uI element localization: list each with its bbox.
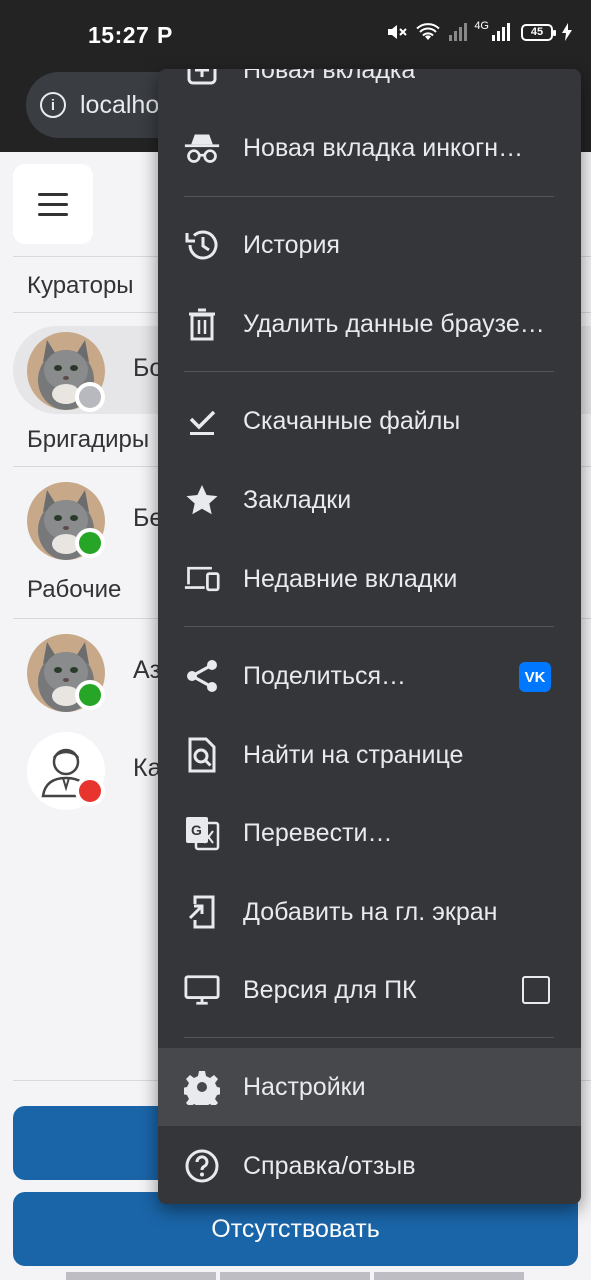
menu-item-share[interactable]: Поделиться… vk [158, 637, 581, 715]
menu-separator [184, 626, 554, 627]
menu-item-clear-data[interactable]: Удалить данные браузе… [158, 285, 581, 363]
bottom-tab[interactable] [220, 1272, 370, 1280]
find-in-page-icon [184, 737, 220, 773]
downloads-icon [184, 403, 220, 439]
menu-item-downloads[interactable]: Скачанные файлы [158, 382, 581, 460]
network-type: 4G [474, 20, 489, 32]
status-bar: 15:27 P 4G 45 [0, 0, 591, 70]
menu-item-settings[interactable]: Настройки [158, 1048, 581, 1126]
desktop-icon [184, 972, 220, 1008]
signal-1-icon [449, 23, 468, 41]
battery-level: 45 [530, 26, 544, 38]
trash-icon [184, 306, 220, 342]
menu-separator [184, 371, 554, 372]
info-icon[interactable]: i [40, 92, 66, 118]
wifi-icon [416, 23, 440, 40]
menu-item-label: Найти на странице [243, 740, 464, 769]
signal-2-icon [492, 23, 510, 41]
menu-item-help[interactable]: Справка/отзыв [158, 1127, 581, 1204]
battery-icon: 45 [521, 23, 556, 41]
svg-text:G: G [191, 822, 202, 838]
menu-item-incognito[interactable]: Новая вкладка инкогн… [158, 109, 581, 187]
bottom-tab[interactable] [374, 1272, 524, 1280]
add-to-home-icon [184, 894, 220, 930]
hamburger-line [38, 202, 68, 206]
menu-item-label: Закладки [243, 485, 352, 514]
menu-item-label: Справка/отзыв [243, 1151, 416, 1180]
desktop-version-checkbox[interactable] [522, 976, 550, 1004]
star-icon [184, 482, 220, 518]
menu-item-translate[interactable]: G Перевести… [158, 794, 581, 872]
menu-item-label: Скачанные файлы [243, 406, 461, 435]
menu-separator [184, 196, 554, 197]
devices-icon [184, 561, 220, 597]
menu-item-history[interactable]: История [158, 206, 581, 284]
history-icon [184, 227, 220, 263]
menu-item-label: Удалить данные браузе… [243, 309, 545, 338]
menu-item-label: История [243, 230, 340, 259]
menu-item-find-in-page[interactable]: Найти на странице [158, 716, 581, 794]
hamburger-line [38, 212, 68, 216]
incognito-icon [184, 130, 220, 166]
share-icon [184, 658, 220, 694]
status-online-dot [75, 528, 105, 558]
status-offline-dot [75, 382, 105, 412]
user-name: Аз [133, 656, 162, 684]
menu-separator [184, 1037, 554, 1038]
vk-share-icon[interactable]: vk [519, 662, 551, 692]
mute-icon [388, 25, 408, 39]
status-time: 15:27 [88, 22, 150, 48]
status-online-dot [75, 680, 105, 710]
menu-item-new-tab[interactable]: Новая вкладка [158, 69, 581, 109]
menu-item-bookmarks[interactable]: Закладки [158, 461, 581, 539]
settings-icon [184, 1069, 220, 1105]
menu-item-label: Новая вкладка инкогн… [243, 133, 524, 162]
menu-item-label: Перевести… [243, 818, 393, 847]
hamburger-line [38, 192, 68, 196]
menu-item-label: Недавние вкладки [243, 564, 458, 593]
section-curators: Кураторы [27, 272, 134, 299]
translate-icon: G [184, 815, 220, 851]
section-foremen: Бригадиры [27, 426, 150, 453]
menu-item-label: Добавить на гл. экран [243, 897, 498, 926]
section-workers: Рабочие [27, 576, 122, 603]
menu-item-recent-tabs[interactable]: Недавние вкладки [158, 540, 581, 618]
carrier-icon: P [157, 22, 173, 48]
browser-overflow-menu: Новая вкладка Новая вкладка инкогн… Исто… [158, 69, 581, 1204]
menu-item-label: Поделиться… [243, 661, 407, 690]
status-icons: 4G 45 [386, 20, 573, 42]
hamburger-menu-button[interactable] [13, 164, 93, 244]
help-icon [184, 1148, 220, 1184]
menu-item-label: Версия для ПК [243, 975, 417, 1004]
menu-item-label: Настройки [243, 1072, 366, 1101]
menu-item-add-to-home[interactable]: Добавить на гл. экран [158, 873, 581, 951]
menu-item-desktop-version[interactable]: Версия для ПК [158, 951, 581, 1029]
charging-icon [562, 23, 572, 41]
status-busy-dot [75, 776, 105, 806]
new-tab-icon [184, 69, 220, 88]
menu-item-label: Новая вкладка [243, 69, 416, 84]
bottom-tab[interactable] [66, 1272, 216, 1280]
